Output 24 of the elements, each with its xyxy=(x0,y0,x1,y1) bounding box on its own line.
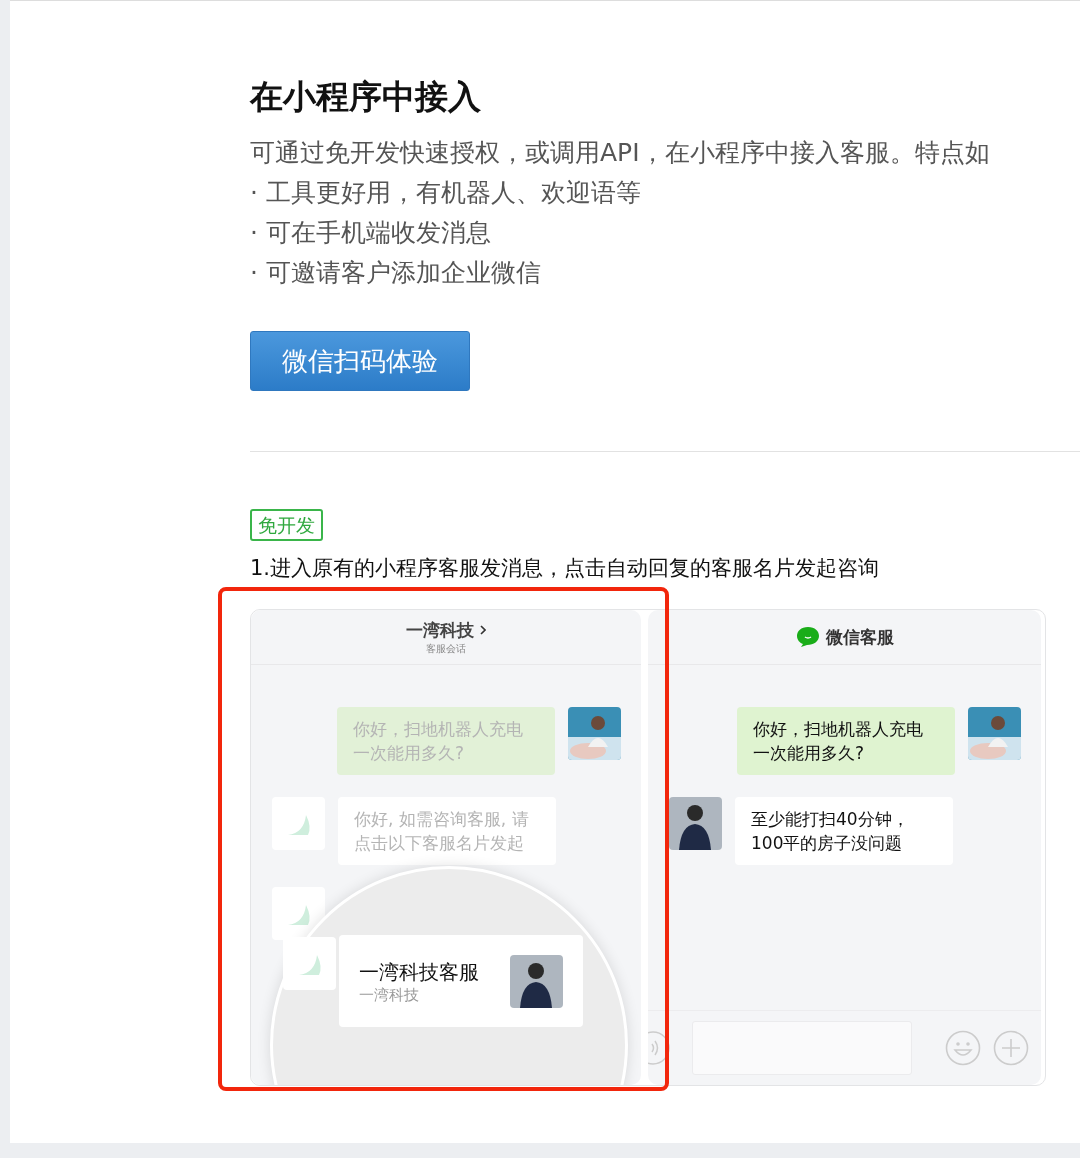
contact-name: 一湾科技客服 xyxy=(359,958,479,986)
message-bubble: 你好，扫地机器人充电一次能用多久? xyxy=(737,707,955,775)
feature-item: · 可在手机端收发消息 xyxy=(250,217,492,249)
plus-icon[interactable] xyxy=(993,1030,1029,1066)
chat-title: 一湾科技 xyxy=(406,618,474,642)
description: 可通过免开发快速授权，或调用API，在小程序中接入客服。特点如 xyxy=(250,137,991,169)
message-bubble: 至少能打扫40分钟，100平的房子没问题 xyxy=(735,797,953,865)
emoji-icon[interactable] xyxy=(945,1030,981,1066)
logo-icon xyxy=(272,797,325,850)
chat-bubble-icon xyxy=(795,626,820,648)
contact-company: 一湾科技 xyxy=(359,985,420,1005)
chat-title: 微信客服 xyxy=(825,625,894,649)
logo-icon xyxy=(283,937,336,990)
section-title: 在小程序中接入 xyxy=(250,77,482,117)
message-bubble: 你好, 如需咨询客服, 请点击以下客服名片发起 xyxy=(338,797,556,865)
feature-item: · 工具更好用，有机器人、欢迎语等 xyxy=(250,177,642,209)
contact-card[interactable]: 一湾科技客服 一湾科技 xyxy=(339,935,583,1027)
message-bubble: 你好，扫地机器人充电一次能用多久? xyxy=(337,707,555,775)
feature-item: · 可邀请客户添加企业微信 xyxy=(250,257,542,289)
scan-button[interactable]: 微信扫码体验 xyxy=(250,331,470,391)
chevron-icon xyxy=(480,625,486,635)
step-caption: 1.进入原有的小程序客服发消息，点击自动回复的客服名片发起咨询 xyxy=(250,555,881,582)
chat-subtitle: 客服会话 xyxy=(426,641,466,656)
tag: 免开发 xyxy=(250,509,323,541)
